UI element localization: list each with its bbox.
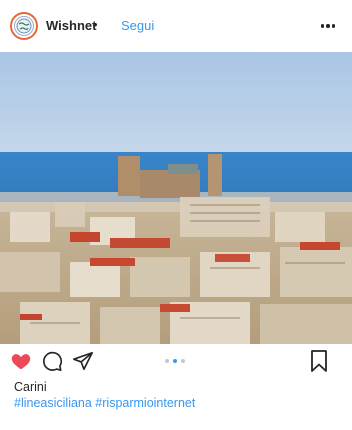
- carousel-dot-active: [173, 359, 177, 363]
- post-header: Wishnet • Segui: [0, 0, 352, 52]
- more-dot: [326, 24, 330, 28]
- separator: •: [93, 17, 98, 32]
- heart-icon[interactable]: [10, 350, 32, 372]
- follow-button[interactable]: Segui: [121, 18, 154, 33]
- city-view-icon: [0, 52, 352, 344]
- more-dot: [320, 24, 325, 28]
- caption-title: Carini: [14, 380, 47, 394]
- more-dot: [331, 24, 336, 28]
- comment-icon[interactable]: [41, 350, 63, 372]
- username[interactable]: Wishnet: [46, 18, 96, 33]
- post-photo[interactable]: [0, 52, 352, 344]
- action-bar: [0, 344, 352, 378]
- carousel-indicator: [165, 359, 185, 363]
- globe-icon: [14, 16, 34, 36]
- carousel-dot: [181, 359, 185, 363]
- share-icon[interactable]: [72, 350, 94, 372]
- avatar[interactable]: [10, 12, 38, 40]
- caption-hashtags[interactable]: #lineasiciliana #risparmiointernet: [14, 396, 195, 410]
- more-horizontal-icon[interactable]: [318, 16, 338, 36]
- carousel-dot: [165, 359, 169, 363]
- bookmark-icon[interactable]: [310, 350, 328, 372]
